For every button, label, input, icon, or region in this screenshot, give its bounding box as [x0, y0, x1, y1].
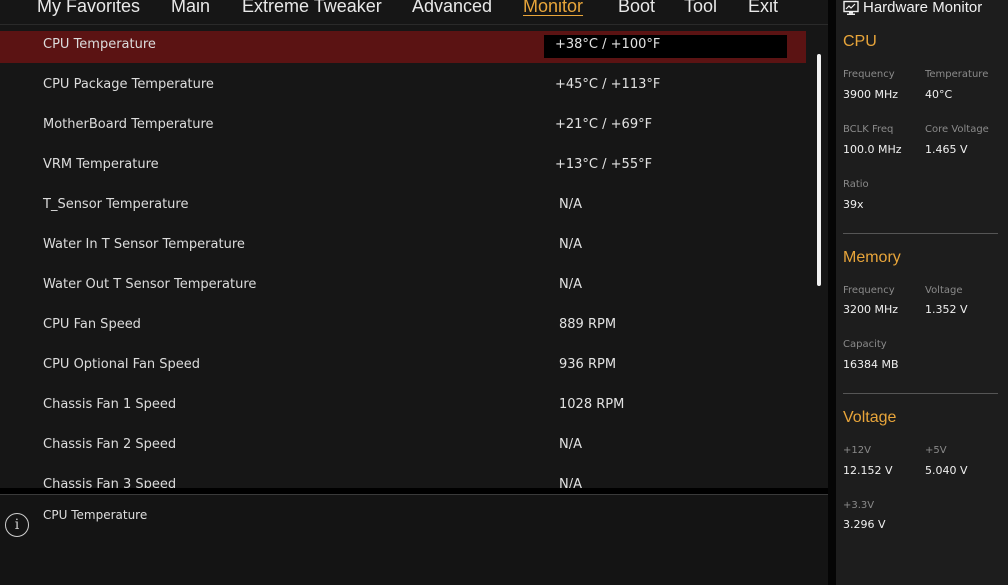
tab-tool[interactable]: Tool: [684, 0, 717, 17]
memory-section-title: Memory: [843, 249, 901, 266]
cpu-section-title: CPU: [843, 33, 877, 50]
scrollbar-thumb[interactable]: [817, 54, 821, 286]
voltage-5v-value: 5.040 V: [925, 464, 968, 477]
cpu-ratio-value: 39x: [843, 198, 864, 211]
setting-value: N/A: [559, 197, 582, 212]
memory-frequency-label: Frequency: [843, 285, 895, 296]
voltage-12v-value: 12.152 V: [843, 464, 893, 477]
setting-row-chassis-fan-3-speed[interactable]: Chassis Fan 3 Speed N/A: [0, 471, 806, 488]
setting-value: 889 RPM: [559, 317, 617, 332]
cpu-ratio-label: Ratio: [843, 179, 869, 190]
cpu-temperature-label: Temperature: [925, 69, 989, 80]
tab-boot[interactable]: Boot: [618, 0, 655, 17]
setting-label: CPU Fan Speed: [43, 317, 141, 332]
setting-label: CPU Optional Fan Speed: [43, 357, 201, 372]
setting-row-vrm-temperature[interactable]: VRM Temperature +13°C / +55°F: [0, 151, 806, 183]
voltage-12v-label: +12V: [843, 445, 871, 456]
setting-value: +45°C / +113°F: [555, 77, 661, 92]
monitor-icon: [843, 0, 859, 15]
memory-capacity-label: Capacity: [843, 339, 887, 350]
memory-voltage-value: 1.352 V: [925, 303, 968, 316]
section-divider: [843, 393, 998, 394]
hardware-monitor-panel: Hardware Monitor CPU Frequency Temperatu…: [836, 0, 1008, 585]
setting-value: 1028 RPM: [559, 397, 625, 412]
cpu-temperature-value: 40°C: [925, 88, 953, 101]
cpu-core-voltage-value: 1.465 V: [925, 143, 968, 156]
setting-row-cpu-fan-speed[interactable]: CPU Fan Speed 889 RPM: [0, 311, 806, 343]
setting-label: CPU Package Temperature: [43, 77, 214, 92]
memory-voltage-label: Voltage: [925, 285, 963, 296]
hardware-monitor-title: Hardware Monitor: [863, 0, 983, 16]
setting-value: +13°C / +55°F: [555, 157, 653, 172]
tab-my-favorites[interactable]: My Favorites: [37, 0, 140, 17]
setting-value: +38°C / +100°F: [555, 37, 661, 52]
tab-advanced[interactable]: Advanced: [412, 0, 492, 17]
cpu-bclk-value: 100.0 MHz: [843, 143, 902, 156]
voltage-3v3-label: +3.3V: [843, 500, 875, 511]
setting-value: N/A: [559, 237, 582, 252]
info-icon: i: [5, 513, 29, 537]
setting-label: Water In T Sensor Temperature: [43, 237, 245, 252]
tab-main[interactable]: Main: [171, 0, 210, 17]
tab-monitor[interactable]: Monitor: [523, 0, 583, 17]
setting-row-t-sensor-temperature[interactable]: T_Sensor Temperature N/A: [0, 191, 806, 223]
setting-label: Chassis Fan 2 Speed: [43, 437, 177, 452]
cpu-core-voltage-label: Core Voltage: [925, 124, 989, 135]
setting-value: N/A: [559, 477, 582, 488]
setting-value: N/A: [559, 277, 582, 292]
setting-value: +21°C / +69°F: [555, 117, 653, 132]
setting-row-water-out-t-sensor-temperature[interactable]: Water Out T Sensor Temperature N/A: [0, 271, 806, 303]
setting-row-chassis-fan-2-speed[interactable]: Chassis Fan 2 Speed N/A: [0, 431, 806, 463]
top-menu-bar: My Favorites Main Extreme Tweaker Advanc…: [0, 0, 828, 25]
memory-capacity-value: 16384 MB: [843, 358, 899, 371]
setting-label: MotherBoard Temperature: [43, 117, 214, 132]
voltage-5v-label: +5V: [925, 445, 947, 456]
setting-row-cpu-optional-fan-speed[interactable]: CPU Optional Fan Speed 936 RPM: [0, 351, 806, 383]
cpu-frequency-label: Frequency: [843, 69, 895, 80]
setting-row-chassis-fan-1-speed[interactable]: Chassis Fan 1 Speed 1028 RPM: [0, 391, 806, 423]
voltage-section-title: Voltage: [843, 409, 897, 426]
setting-row-cpu-package-temperature[interactable]: CPU Package Temperature +45°C / +113°F: [0, 71, 806, 103]
section-divider: [843, 233, 998, 234]
setting-row-water-in-t-sensor-temperature[interactable]: Water In T Sensor Temperature N/A: [0, 231, 806, 263]
setting-row-motherboard-temperature[interactable]: MotherBoard Temperature +21°C / +69°F: [0, 111, 806, 143]
hardware-monitor-header: Hardware Monitor: [836, 0, 1008, 18]
voltage-3v3-value: 3.296 V: [843, 518, 886, 531]
setting-label: Water Out T Sensor Temperature: [43, 277, 257, 292]
setting-label: CPU Temperature: [43, 37, 156, 52]
cpu-frequency-value: 3900 MHz: [843, 88, 899, 101]
setting-label: Chassis Fan 1 Speed: [43, 397, 177, 412]
tab-extreme-tweaker[interactable]: Extreme Tweaker: [242, 0, 382, 17]
setting-value: N/A: [559, 437, 582, 452]
help-text: CPU Temperature: [43, 508, 148, 522]
setting-label: Chassis Fan 3 Speed: [43, 477, 177, 488]
tab-exit[interactable]: Exit: [748, 0, 778, 17]
panel-divider: [828, 0, 836, 585]
help-panel: i CPU Temperature: [0, 494, 828, 585]
setting-label: VRM Temperature: [43, 157, 159, 172]
setting-value: 936 RPM: [559, 357, 617, 372]
setting-label: T_Sensor Temperature: [43, 197, 189, 212]
setting-row-cpu-temperature[interactable]: CPU Temperature +38°C / +100°F: [0, 31, 806, 63]
memory-frequency-value: 3200 MHz: [843, 303, 899, 316]
settings-list: CPU Temperature +38°C / +100°F CPU Packa…: [0, 25, 828, 488]
cpu-bclk-label: BCLK Freq: [843, 124, 894, 135]
bios-screen: My Favorites Main Extreme Tweaker Advanc…: [0, 0, 1008, 585]
